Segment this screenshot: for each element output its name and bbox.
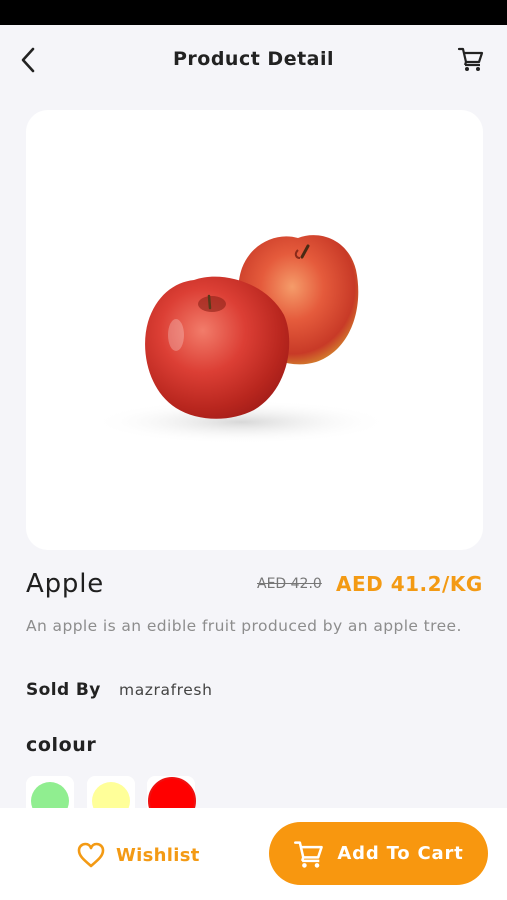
shopping-cart-icon: [294, 840, 324, 868]
heart-outline-icon: [77, 842, 105, 868]
chevron-left-icon: [21, 47, 35, 73]
wishlist-label: Wishlist: [116, 844, 200, 866]
cart-button[interactable]: [456, 44, 486, 74]
product-name: Apple: [26, 569, 105, 599]
product-description: An apple is an edible fruit produced by …: [26, 617, 462, 635]
apples-image: [91, 235, 391, 444]
sale-price: AED 41.2/KG: [336, 572, 483, 596]
bottom-action-bar: Wishlist Add To Cart: [0, 808, 507, 900]
colour-label: colour: [26, 734, 97, 756]
add-to-cart-button[interactable]: Add To Cart: [269, 822, 488, 885]
add-to-cart-label: Add To Cart: [337, 843, 464, 864]
shopping-cart-icon: [457, 47, 484, 71]
wishlist-button[interactable]: Wishlist: [76, 840, 200, 870]
original-price: AED 42.0: [257, 576, 322, 592]
sold-by-label: Sold By: [26, 680, 101, 700]
app-header: Product Detail: [0, 25, 507, 95]
seller-name[interactable]: mazrafresh: [119, 681, 213, 699]
page-title: Product Detail: [172, 48, 335, 70]
back-button[interactable]: [14, 45, 44, 75]
product-image: [26, 110, 483, 550]
status-bar: [0, 0, 507, 25]
